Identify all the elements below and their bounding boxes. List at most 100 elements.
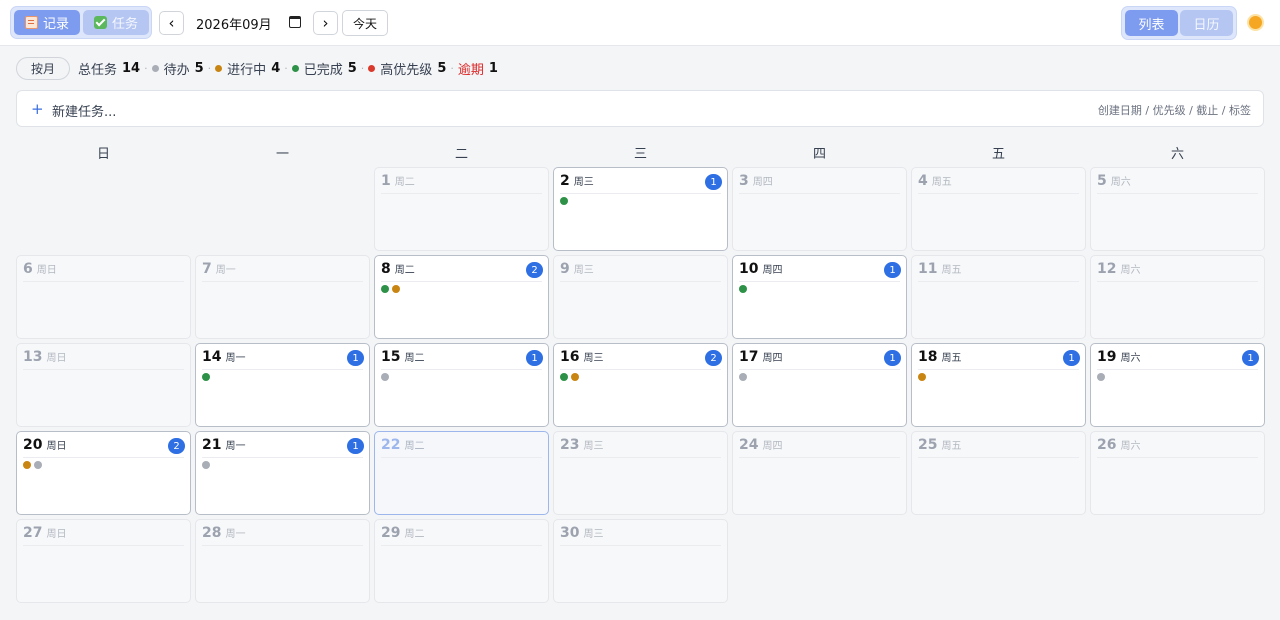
- calendar-day-cell[interactable]: 4 周五: [911, 167, 1086, 251]
- calendar-day-cell[interactable]: 28 周一: [195, 519, 370, 603]
- calendar-day-cell[interactable]: 5 周六: [1090, 167, 1265, 251]
- calendar-day-cell[interactable]: 23 周三: [553, 431, 728, 515]
- checkbox-icon: [93, 16, 107, 29]
- day-number: 3: [739, 173, 749, 189]
- stat-doing-value: 4: [271, 60, 281, 76]
- day-header: 14 周一: [202, 349, 363, 370]
- stat-todo-value: 5: [194, 60, 204, 76]
- calendar-day-cell[interactable]: 16 周三 2: [553, 343, 728, 427]
- day-header: 10 周四: [739, 261, 900, 282]
- document-icon: [24, 16, 38, 29]
- calendar-day-cell[interactable]: 18 周五 1: [911, 343, 1086, 427]
- task-count-badge: 2: [168, 438, 185, 454]
- calendar-day-cell[interactable]: 30 周三: [553, 519, 728, 603]
- day-number: 26: [1097, 437, 1117, 453]
- doing-status-dot-icon: [918, 373, 926, 381]
- calendar-day-cell[interactable]: 11 周五: [911, 255, 1086, 339]
- day-number: 6: [23, 261, 33, 277]
- day-weekday-label: 周三: [583, 353, 604, 364]
- calendar-day-cell[interactable]: 29 周二: [374, 519, 549, 603]
- doing-status-dot-icon: [392, 285, 400, 293]
- day-header: 21 周一: [202, 437, 363, 458]
- calendar-day-cell[interactable]: 15 周二 1: [374, 343, 549, 427]
- record-tab[interactable]: 记录: [14, 10, 80, 35]
- doing-status-dot-icon: [571, 373, 579, 381]
- stat-total-value: 14: [122, 60, 141, 76]
- day-header: 11 周五: [918, 261, 1079, 282]
- done-status-dot-icon: [739, 285, 747, 293]
- calendar-day-cell[interactable]: 14 周一 1: [195, 343, 370, 427]
- calendar-day-cell[interactable]: 20 周日 2: [16, 431, 191, 515]
- sun-icon[interactable]: [1249, 16, 1262, 29]
- day-weekday-label: 周日: [36, 265, 57, 276]
- new-task-placeholder: 新建任务...: [52, 105, 117, 120]
- calendar-day-cell[interactable]: 3 周四: [732, 167, 907, 251]
- today-button[interactable]: 今天: [342, 10, 388, 36]
- calendar-day-cell[interactable]: 6 周日: [16, 255, 191, 339]
- calendar-day-cell[interactable]: 7 周一: [195, 255, 370, 339]
- day-weekday-label: 周一: [225, 529, 246, 540]
- calendar-day-cell[interactable]: 19 周六 1: [1090, 343, 1265, 427]
- stat-total: 总任务 14: [78, 59, 140, 78]
- day-header: 12 周六: [1097, 261, 1258, 282]
- task-count-badge: 1: [884, 350, 901, 366]
- day-number: 14: [202, 349, 222, 365]
- day-header: 6 周日: [23, 261, 184, 282]
- day-number: 15: [381, 349, 401, 365]
- new-task-input[interactable]: + 新建任务... 创建日期 / 优先级 / 截止 / 标签: [16, 90, 1264, 127]
- calendar-day-cell[interactable]: 8 周二 2: [374, 255, 549, 339]
- next-month-button[interactable]: ›: [313, 11, 338, 35]
- day-header: 5 周六: [1097, 173, 1258, 194]
- prev-month-button[interactable]: ‹: [159, 11, 184, 35]
- calendar-day-cell[interactable]: 27 周日: [16, 519, 191, 603]
- calendar-view-button[interactable]: 日历: [1180, 10, 1233, 36]
- calendar-day-cell[interactable]: 1 周二: [374, 167, 549, 251]
- stat-overdue: 逾期 1: [458, 59, 498, 78]
- todo-dot-icon: [151, 64, 159, 72]
- day-weekday-label: 周三: [583, 441, 604, 452]
- calendar-day-cell[interactable]: 26 周六: [1090, 431, 1265, 515]
- day-number: 12: [1097, 261, 1117, 277]
- task-status-dots: [1097, 373, 1105, 381]
- task-count-badge: 1: [705, 174, 722, 190]
- day-weekday-label: 周三: [573, 265, 594, 276]
- range-pill[interactable]: 按月: [16, 56, 70, 80]
- task-count-badge: 1: [884, 262, 901, 278]
- stat-done-value: 5: [347, 60, 357, 76]
- calendar-day-cell[interactable]: 2 周三 1: [553, 167, 728, 251]
- task-count-badge: 2: [526, 262, 543, 278]
- plus-icon: +: [31, 100, 44, 118]
- task-tab[interactable]: 任务: [83, 10, 149, 35]
- calendar-day-cell[interactable]: 25 周五: [911, 431, 1086, 515]
- weekday-header: 一: [275, 147, 289, 162]
- calendar-day-cell[interactable]: 13 周日: [16, 343, 191, 427]
- day-number: 19: [1097, 349, 1117, 365]
- stat-done-label: 已完成: [303, 62, 343, 78]
- day-weekday-label: 周日: [46, 353, 67, 364]
- done-status-dot-icon: [560, 373, 568, 381]
- day-weekday-label: 周三: [573, 177, 594, 188]
- calendar-day-cell-today[interactable]: 22 周二: [374, 431, 549, 515]
- day-header: 19 周六: [1097, 349, 1258, 370]
- calendar-day-cell[interactable]: 12 周六: [1090, 255, 1265, 339]
- weekday-header: 六: [1170, 147, 1184, 162]
- calendar-day-cell[interactable]: 21 周一 1: [195, 431, 370, 515]
- calendar-day-cell[interactable]: 17 周四 1: [732, 343, 907, 427]
- calendar-day-cell[interactable]: 10 周四 1: [732, 255, 907, 339]
- calendar-day-cell[interactable]: 9 周三: [553, 255, 728, 339]
- record-tab-label: 记录: [42, 17, 69, 32]
- task-status-dots: [560, 373, 579, 381]
- list-view-button[interactable]: 列表: [1125, 10, 1178, 36]
- mode-switch: 记录 任务: [10, 6, 152, 39]
- day-header: 3 周四: [739, 173, 900, 194]
- day-header: 20 周日: [23, 437, 184, 458]
- day-weekday-label: 周日: [46, 441, 67, 452]
- day-number: 16: [560, 349, 580, 365]
- day-number: 28: [202, 525, 222, 541]
- day-header: 13 周日: [23, 349, 184, 370]
- calendar-icon[interactable]: [289, 16, 301, 28]
- day-weekday-label: 周一: [225, 353, 246, 364]
- doing-status-dot-icon: [23, 461, 31, 469]
- day-number: 2: [560, 173, 570, 189]
- calendar-day-cell[interactable]: 24 周四: [732, 431, 907, 515]
